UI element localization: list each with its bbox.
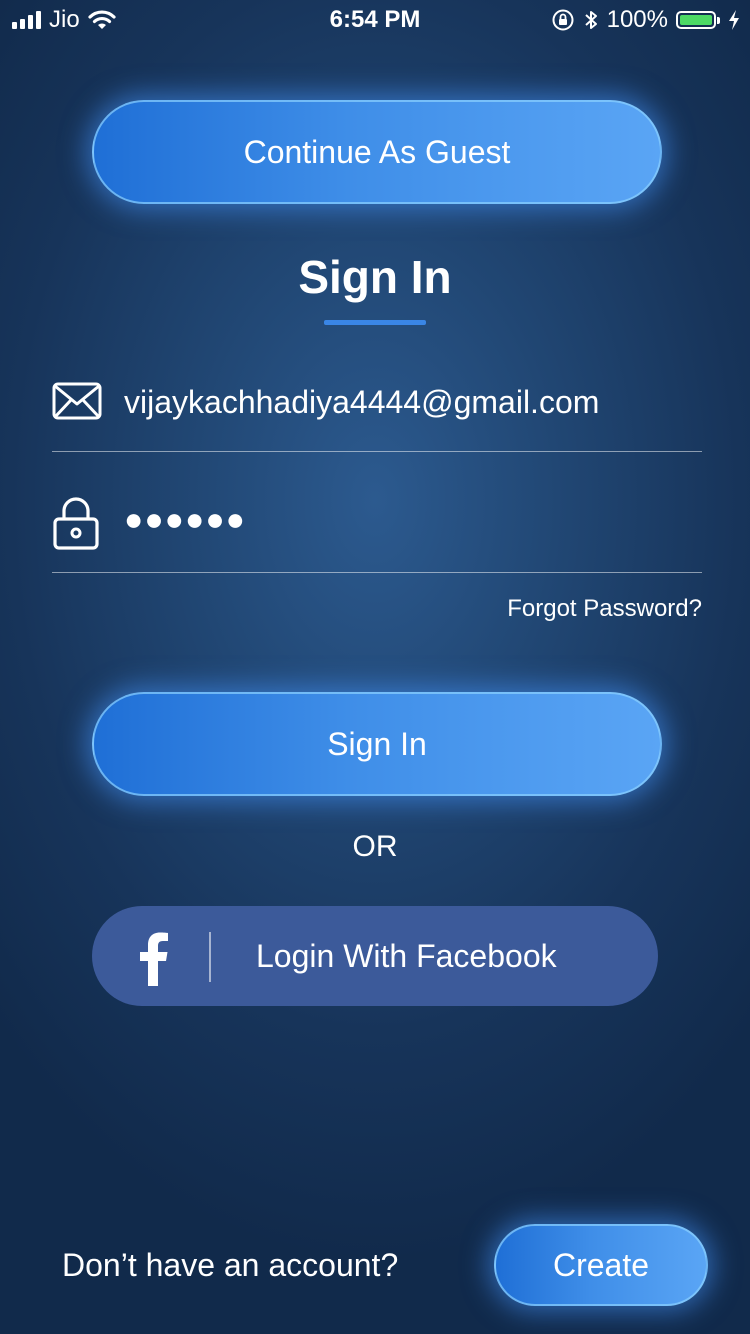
facebook-icon	[140, 932, 168, 986]
lock-icon	[53, 497, 99, 550]
password-input[interactable]: ●●●●●●	[124, 501, 246, 538]
battery-icon	[676, 11, 720, 29]
sign-in-button[interactable]: Sign In	[92, 692, 662, 796]
or-separator: OR	[352, 830, 398, 863]
forgot-password-link[interactable]: Forgot Password?	[507, 595, 702, 623]
create-account-button[interactable]: Create	[494, 1224, 708, 1306]
facebook-button-label: Login With Facebook	[256, 938, 557, 974]
login-with-facebook-button[interactable]: Login With Facebook	[92, 906, 658, 1006]
status-bar-right: 100%	[551, 6, 740, 34]
status-bar: Jio 6:54 PM 100%	[0, 0, 750, 40]
password-field[interactable]: ●●●●●●	[52, 483, 702, 573]
no-account-prompt: Don’t have an account?	[62, 1247, 399, 1283]
page-title: Sign In	[298, 251, 452, 303]
email-input[interactable]: vijaykachhadiya4444@gmail.com	[124, 384, 599, 421]
continue-as-guest-button[interactable]: Continue As Guest	[92, 100, 662, 204]
sign-in-screen: Jio 6:54 PM 100% Continue As Guest Sign …	[0, 0, 750, 1334]
title-underline	[324, 320, 426, 325]
mail-icon	[52, 382, 102, 420]
battery-level	[680, 15, 712, 25]
email-field[interactable]: vijaykachhadiya4444@gmail.com	[52, 362, 702, 452]
battery-percentage: 100%	[606, 6, 668, 33]
facebook-button-divider	[209, 932, 211, 982]
charging-icon	[729, 10, 739, 30]
rotation-lock-icon	[552, 9, 574, 31]
bluetooth-icon	[584, 11, 597, 29]
